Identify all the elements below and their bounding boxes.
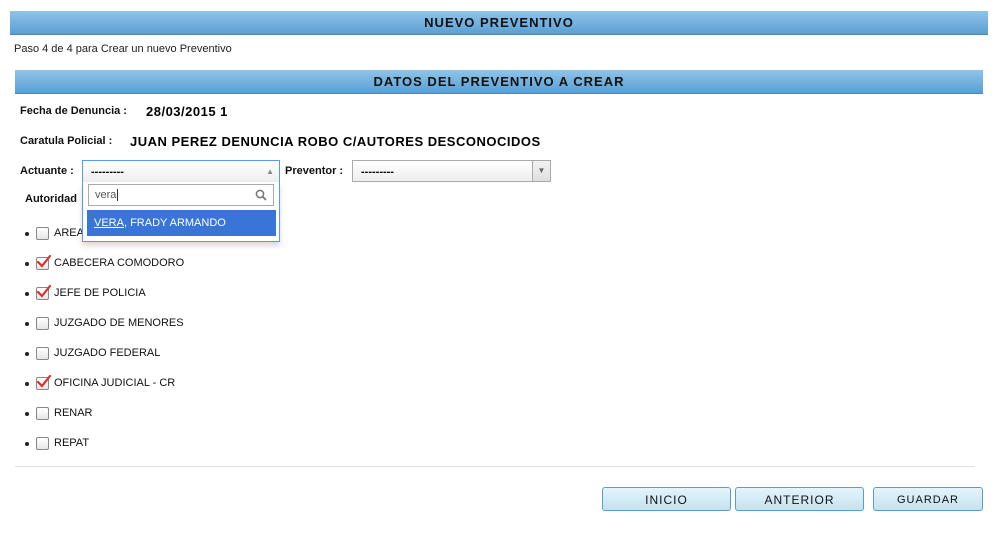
preventor-select[interactable]: --------- ▼ [352, 160, 551, 182]
chevron-down-icon[interactable]: ▼ [532, 161, 550, 181]
preventor-label: Preventor : [285, 165, 344, 177]
actuante-label: Actuante : [20, 165, 74, 177]
bullet [25, 322, 29, 326]
guardar-button[interactable]: GUARDAR [873, 487, 983, 511]
checkmark-icon [36, 374, 52, 388]
autoridad-label: CABECERA COMODORO [54, 257, 185, 269]
autoridad-checkbox[interactable] [36, 227, 49, 240]
autoridad-label: AREA [54, 227, 84, 239]
autoridad-checkbox[interactable] [36, 437, 49, 450]
autoridad-label: OFICINA JUDICIAL - CR [54, 377, 176, 389]
bullet [25, 232, 29, 236]
autoridades-label: Autoridad [25, 193, 77, 205]
section-header: DATOS DEL PREVENTIVO A CREAR [15, 70, 983, 94]
bullet [25, 442, 29, 446]
step-indicator: Paso 4 de 4 para Crear un nuevo Preventi… [14, 43, 232, 55]
actuante-dropdown: vera VERA, FRADY ARMANDO [82, 182, 280, 242]
preventor-selected-value: --------- [361, 166, 394, 178]
autoridad-label: JUZGADO DE MENORES [54, 317, 184, 329]
actuante-select[interactable]: --------- ▲ [82, 160, 280, 182]
actuante-result-option[interactable]: VERA, FRADY ARMANDO [87, 210, 276, 236]
autoridad-checkbox[interactable] [36, 407, 49, 420]
inicio-button[interactable]: INICIO [602, 487, 731, 511]
autoridad-label: JEFE DE POLICIA [54, 287, 146, 299]
bullet [25, 352, 29, 356]
autoridad-label: RENAR [54, 407, 93, 419]
checkmark-icon [36, 254, 52, 268]
autoridad-checkbox[interactable] [36, 347, 49, 360]
fecha-value: 28/03/2015 1 [146, 104, 228, 119]
fecha-label: Fecha de Denuncia : [20, 105, 127, 117]
caratula-label: Caratula Policial : [20, 135, 113, 147]
checkmark-icon [36, 284, 52, 298]
actuante-selected-value: --------- [91, 166, 124, 178]
bullet [25, 382, 29, 386]
anterior-button[interactable]: ANTERIOR [735, 487, 864, 511]
bullet [25, 412, 29, 416]
autoridad-label: REPAT [54, 437, 90, 449]
autoridad-label: JUZGADO FEDERAL [54, 347, 161, 359]
autoridad-checkbox[interactable] [36, 317, 49, 330]
search-icon [255, 189, 267, 201]
divider [15, 466, 975, 467]
caratula-value: JUAN PEREZ DENUNCIA ROBO C/AUTORES DESCO… [130, 134, 541, 149]
bullet [25, 262, 29, 266]
chevron-up-icon: ▲ [266, 167, 274, 176]
bullet [25, 292, 29, 296]
page-header: NUEVO PREVENTIVO [10, 11, 988, 35]
actuante-search-input[interactable]: vera [88, 184, 274, 206]
